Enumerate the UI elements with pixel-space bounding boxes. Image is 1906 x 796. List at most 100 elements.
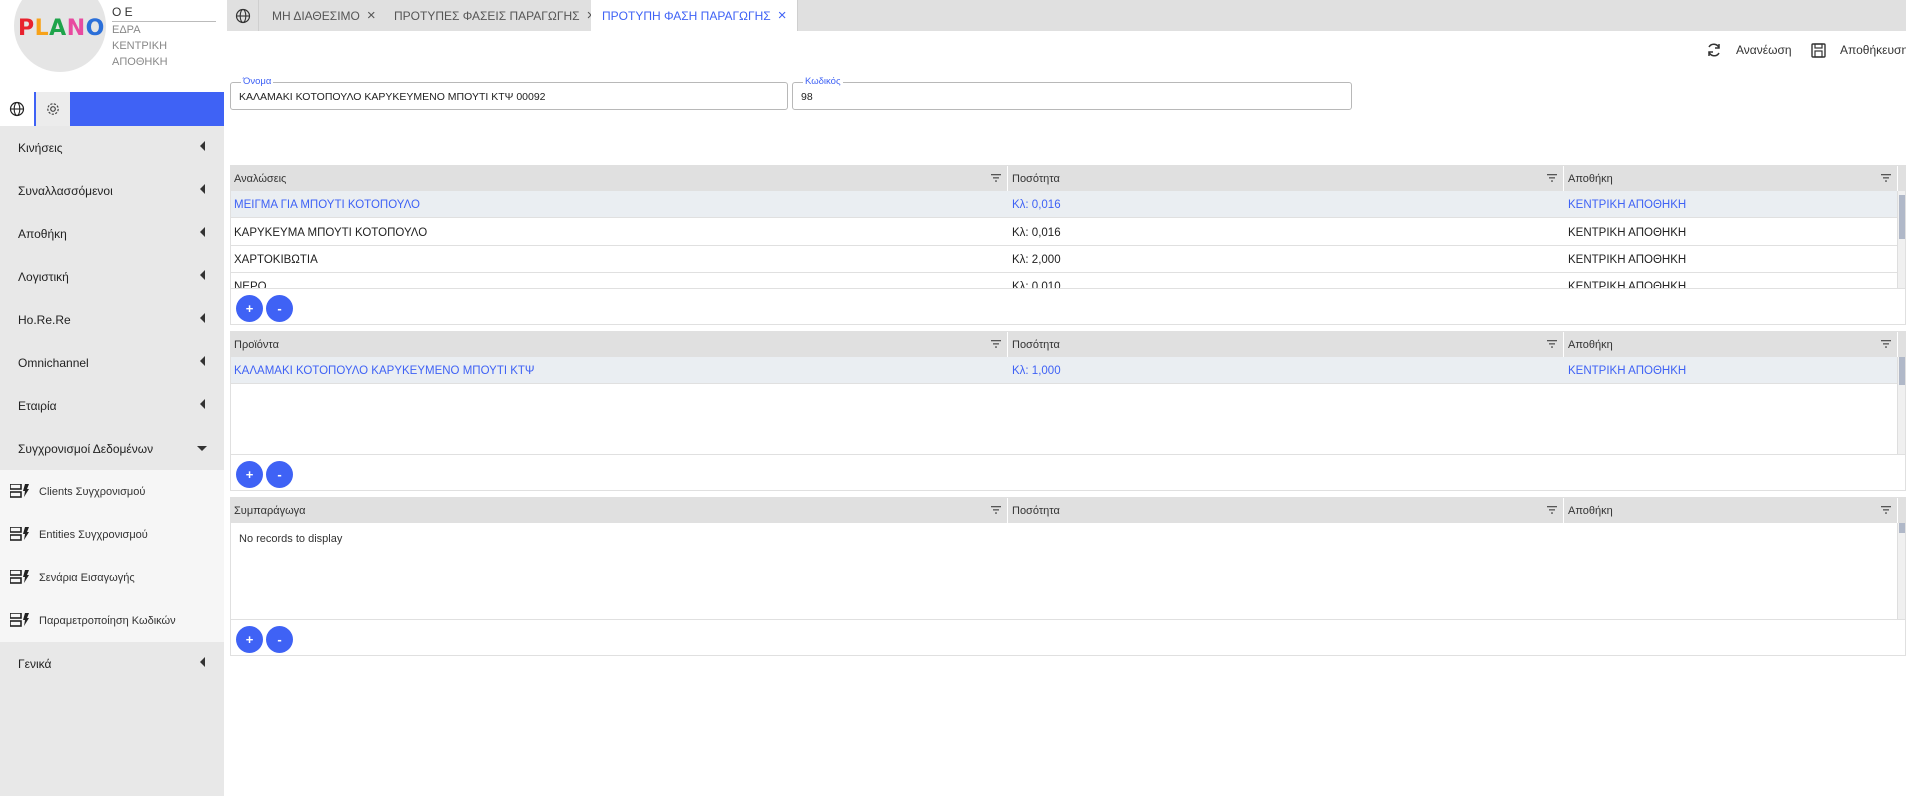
remove-row-button[interactable]: - — [266, 626, 293, 653]
scrollbar-thumb[interactable] — [1899, 357, 1905, 385]
sync-config-icon — [10, 613, 29, 627]
globe-icon — [235, 8, 250, 23]
company-info: Ο Ε ΕΔΡΑ ΚΕΝΤΡΙΚΗ ΑΠΟΘΗΚΗ — [112, 4, 216, 70]
filter-icon[interactable] — [1547, 506, 1557, 514]
filter-icon[interactable] — [1547, 340, 1557, 348]
vertical-scrollbar[interactable] — [1897, 523, 1905, 619]
column-header-warehouse[interactable]: Αποθήκη — [1565, 332, 1898, 357]
tab-home[interactable] — [227, 0, 259, 31]
sidebar-item-warehouse[interactable]: Αποθήκη — [0, 212, 224, 255]
cell-item: ΜΕΙΓΜΑ ΓΙΑ ΜΠΟΥΤΙ ΚΟΤΟΠΟΥΛΟ — [234, 198, 420, 211]
column-header-label: Αναλώσεις — [234, 172, 287, 185]
table-row[interactable]: ΧΑΡΤΟΚΙΒΩΤΙΑ Κλ: 2,000 ΚΕΝΤΡΙΚΗ ΑΠΟΘΗΚΗ — [231, 246, 1905, 273]
plano-logo[interactable]: PLANO — [18, 16, 105, 41]
table-row[interactable]: ΜΕΙΓΜΑ ΓΙΑ ΜΠΟΥΤΙ ΚΟΤΟΠΟΥΛΟ Κλ: 0,016 ΚΕ… — [231, 191, 1905, 218]
submenu-item-import-scenarios[interactable]: Σενάρια Εισαγωγής — [0, 556, 224, 599]
table-row[interactable]: ΚΑΛΑΜΑΚΙ ΚΟΤΟΠΟΥΛΟ ΚΑΡΥΚΕΥΜΕΝΟ ΜΠΟΥΤΙ ΚΤ… — [231, 357, 1905, 384]
scrollbar-thumb[interactable] — [1899, 195, 1905, 239]
sidebar-item-label: Γενικά — [18, 656, 52, 671]
save-button[interactable]: Αποθήκευση — [1811, 40, 1906, 60]
remove-row-button[interactable]: - — [266, 295, 293, 322]
sidebar-item-label: Συναλλασσόμενοι — [18, 183, 113, 198]
sidebar-item-label: Αποθήκη — [18, 226, 67, 241]
save-icon — [1811, 42, 1826, 58]
tab-label: ΜΗ ΔΙΑΘΕΣΙΜΟ — [272, 8, 360, 23]
cell-quantity: Κλ: 0,016 — [1012, 198, 1061, 211]
settings-button[interactable] — [36, 92, 70, 126]
filter-icon[interactable] — [991, 340, 1001, 348]
caret-left-icon — [200, 227, 205, 237]
grid-body: ΜΕΙΓΜΑ ΓΙΑ ΜΠΟΥΤΙ ΚΟΤΟΠΟΥΛΟ Κλ: 0,016 ΚΕ… — [231, 191, 1905, 288]
filter-icon[interactable] — [1881, 174, 1891, 182]
company-name[interactable]: Ο Ε — [112, 4, 216, 22]
code-field[interactable]: Κωδικός 98 — [792, 76, 1352, 110]
caret-left-icon — [200, 657, 205, 667]
sidebar-item-data-sync[interactable]: Συγχρονισμοί Δεδομένων — [0, 427, 224, 470]
column-header-label: Αποθήκη — [1568, 172, 1613, 185]
column-header-label: Συμπαράγωγα — [234, 504, 306, 517]
submenu-item-sync-clients[interactable]: Clients Συγχρονισμού — [0, 470, 224, 513]
grid-footer: + - — [231, 288, 1905, 325]
table-row[interactable]: ΝΕΡΟ Κλ: 0,010 ΚΕΝΤΡΙΚΗ ΑΠΟΘΗΚΗ — [231, 273, 1905, 289]
sidebar-item-label: Omnichannel — [18, 355, 89, 370]
column-header-consumption[interactable]: Αναλώσεις — [231, 166, 1008, 191]
sidebar-item-movements[interactable]: Κινήσεις — [0, 126, 224, 169]
close-icon[interactable]: × — [367, 8, 376, 23]
vertical-scrollbar[interactable] — [1897, 357, 1905, 454]
empty-message: No records to display — [239, 533, 343, 545]
name-field-label: Όνομα — [241, 76, 274, 88]
filter-icon[interactable] — [991, 506, 1001, 514]
sidebar-item-horere[interactable]: Ho.Re.Re — [0, 298, 224, 341]
submenu-item-sync-entities[interactable]: Entities Συγχρονισμού — [0, 513, 224, 556]
column-header-label: Ποσότητα — [1012, 172, 1060, 185]
filter-icon[interactable] — [1881, 340, 1891, 348]
refresh-label: Ανανέωση — [1736, 43, 1792, 57]
add-row-button[interactable]: + — [236, 461, 263, 488]
code-field-value: 98 — [801, 91, 813, 103]
globe-icon — [9, 101, 25, 117]
sidebar-item-accounting[interactable]: Λογιστική — [0, 255, 224, 298]
submenu-item-label: Σενάρια Εισαγωγής — [39, 571, 135, 584]
tab-production-phases[interactable]: ΠΡΟΤΥΠΕΣ ΦΑΣΕΙΣ ΠΑΡΑΓΩΓΗΣ × — [383, 0, 608, 31]
caret-left-icon — [200, 184, 205, 194]
scrollbar-thumb[interactable] — [1899, 523, 1905, 533]
close-icon[interactable]: × — [778, 8, 787, 23]
name-field[interactable]: Όνομα ΚΑΛΑΜΑΚΙ ΚΟΤΟΠΟΥΛΟ ΚΑΡΥΚΕΥΜΕΝΟ ΜΠΟ… — [230, 76, 788, 110]
sidebar-item-label: Ho.Re.Re — [18, 312, 71, 327]
column-header-label: Αποθήκη — [1568, 504, 1613, 517]
vertical-scrollbar[interactable] — [1897, 191, 1905, 288]
sidebar-item-company[interactable]: Εταιρία — [0, 384, 224, 427]
sidebar-item-traders[interactable]: Συναλλασσόμενοι — [0, 169, 224, 212]
globe-button[interactable] — [0, 92, 34, 126]
column-header-warehouse[interactable]: Αποθήκη — [1565, 166, 1898, 191]
remove-row-button[interactable]: - — [266, 461, 293, 488]
add-row-button[interactable]: + — [236, 295, 263, 322]
column-header-products[interactable]: Προϊόντα — [231, 332, 1008, 357]
filter-icon[interactable] — [1547, 174, 1557, 182]
grid-footer: + - — [231, 619, 1905, 656]
tab-unavailable[interactable]: ΜΗ ΔΙΑΘΕΣΙΜΟ × — [261, 0, 388, 31]
caret-left-icon — [200, 270, 205, 280]
cell-quantity: Κλ: 1,000 — [1012, 364, 1061, 377]
cell-warehouse: ΚΕΝΤΡΙΚΗ ΑΠΟΘΗΚΗ — [1568, 226, 1687, 239]
filter-icon[interactable] — [991, 174, 1001, 182]
column-header-warehouse[interactable]: Αποθήκη — [1565, 498, 1898, 523]
sidebar-item-label: Εταιρία — [18, 398, 57, 413]
column-header-byproducts[interactable]: Συμπαράγωγα — [231, 498, 1008, 523]
sidebar-item-omnichannel[interactable]: Omnichannel — [0, 341, 224, 384]
column-header-quantity[interactable]: Ποσότητα — [1009, 166, 1564, 191]
column-header-label: Αποθήκη — [1568, 338, 1613, 351]
refresh-button[interactable]: Ανανέωση — [1706, 40, 1792, 60]
column-header-quantity[interactable]: Ποσότητα — [1009, 332, 1564, 357]
caret-left-icon — [200, 399, 205, 409]
tab-production-phase[interactable]: ΠΡΟΤΥΠΗ ΦΑΣΗ ΠΑΡΑΓΩΓΗΣ × — [591, 0, 799, 31]
cell-warehouse: ΚΕΝΤΡΙΚΗ ΑΠΟΘΗΚΗ — [1568, 364, 1687, 377]
column-header-quantity[interactable]: Ποσότητα — [1009, 498, 1564, 523]
add-row-button[interactable]: + — [236, 626, 263, 653]
sidebar-item-general[interactable]: Γενικά — [0, 642, 224, 685]
name-field-value: ΚΑΛΑΜΑΚΙ ΚΟΤΟΠΟΥΛΟ ΚΑΡΥΚΕΥΜΕΝΟ ΜΠΟΥΤΙ ΚΤ… — [239, 91, 546, 103]
submenu-item-code-parameters[interactable]: Παραμετροποίηση Κωδικών — [0, 599, 224, 642]
products-grid: Προϊόντα Ποσότητα Αποθήκη ΚΑΛΑΜΑΚΙ ΚΟΤΟΠ… — [230, 331, 1906, 491]
table-row[interactable]: ΚΑΡΥΚΕΥΜΑ ΜΠΟΥΤΙ ΚΟΤΟΠΟΥΛΟ Κλ: 0,016 ΚΕΝ… — [231, 219, 1905, 246]
filter-icon[interactable] — [1881, 506, 1891, 514]
